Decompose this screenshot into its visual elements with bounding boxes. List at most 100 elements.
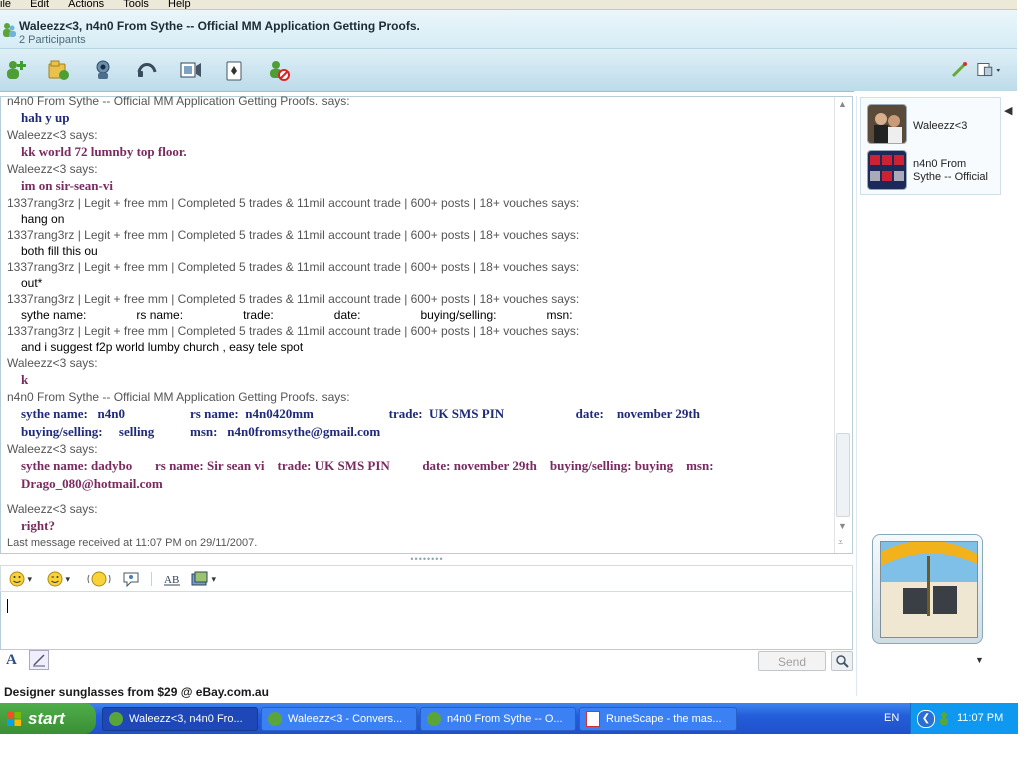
messenger-icon	[268, 712, 282, 726]
message-sender: 1337rang3rz | Legit + free mm | Complete…	[7, 260, 580, 274]
start-button[interactable]: start	[0, 703, 96, 734]
conversation-title: Waleezz<3, n4n0 From Sythe -- Official M…	[19, 19, 420, 33]
taskbar-button-label: n4n0 From Sythe -- O...	[447, 713, 563, 725]
message-sender: 1337rang3rz | Legit + free mm | Complete…	[7, 292, 580, 306]
invite-contact-icon[interactable]	[3, 57, 29, 83]
avatar	[867, 104, 907, 144]
menu-bar: ile Edit Actions Tools Help	[0, 0, 1017, 10]
menu-actions[interactable]: Actions	[68, 0, 104, 9]
message-sender: n4n0 From Sythe -- Official MM Applicati…	[7, 94, 350, 108]
avatar	[867, 150, 907, 190]
voice-call-icon[interactable]	[134, 57, 160, 83]
menu-edit[interactable]: Edit	[30, 0, 49, 9]
activities-icon[interactable]	[178, 57, 204, 83]
message-text: kk world 72 lumnby top floor.	[21, 144, 187, 159]
search-button[interactable]	[831, 651, 853, 671]
taskbar-button[interactable]: RuneScape - the mas...	[579, 707, 737, 731]
wink-icon[interactable]: ▾	[47, 570, 70, 588]
taskbar-button-label: RuneScape - the mas...	[606, 713, 722, 725]
pane-splitter[interactable]: ••••••••	[410, 555, 444, 564]
message-text: sythe name: dadybo rs name: Sir sean vi …	[21, 458, 714, 473]
brush-icon[interactable]	[946, 57, 972, 83]
text-caret	[7, 599, 8, 613]
games-icon[interactable]	[222, 57, 248, 83]
nudge-icon[interactable]	[87, 570, 111, 588]
message-gap	[7, 493, 827, 501]
block-icon[interactable]	[266, 57, 292, 83]
conversation-history[interactable]: n4n0 From Sythe -- Official MM Applicati…	[0, 93, 853, 554]
handwriting-icon[interactable]	[29, 650, 49, 670]
scroll-thumb[interactable]	[836, 433, 850, 517]
last-message-status: Last message received at 11:07 PM on 29/…	[7, 537, 258, 549]
message-text: k	[21, 372, 29, 387]
browser-page-icon	[586, 711, 600, 727]
message-text: and i suggest f2p world lumby church , e…	[21, 340, 304, 354]
taskbar-button-label: Waleezz<3, n4n0 Fro...	[129, 713, 243, 725]
message-sender: Waleezz<3 says:	[7, 442, 98, 456]
taskbar-button-label: Waleezz<3 - Convers...	[288, 713, 403, 725]
clock: 11:07 PM	[957, 712, 1004, 724]
message-sender: n4n0 From Sythe -- Official MM Applicati…	[7, 390, 350, 404]
language-indicator[interactable]: EN	[884, 712, 899, 724]
scroll-down-arrow-icon[interactable]: ▼	[838, 521, 847, 531]
font-icon[interactable]: AB	[163, 570, 181, 588]
collapse-panel-icon[interactable]: ◀	[1004, 104, 1012, 117]
participant-name: Waleezz<3	[913, 120, 968, 132]
compose-tools: A	[0, 650, 856, 674]
my-display-picture[interactable]	[872, 534, 983, 644]
message-text: out*	[21, 276, 43, 290]
message-sender: Waleezz<3 says:	[7, 502, 98, 516]
participant-count: 2 Participants	[19, 34, 86, 46]
conversation-header: Waleezz<3, n4n0 From Sythe -- Official M…	[0, 10, 1017, 49]
message-text: im on sir-sean-vi	[21, 178, 113, 193]
video-call-icon[interactable]	[90, 57, 116, 83]
search-icon	[836, 655, 849, 668]
message-text: right?	[21, 518, 55, 533]
message-text: hah y up	[21, 110, 70, 125]
taskbar-button[interactable]: n4n0 From Sythe -- O...	[420, 707, 576, 731]
chevron-down-icon[interactable]: ▼	[975, 655, 984, 665]
message-text: buying/selling: selling msn: n4n0fromsyt…	[21, 424, 381, 439]
message-input[interactable]	[0, 592, 853, 650]
main-toolbar	[0, 49, 1017, 92]
menu-icon[interactable]	[976, 57, 1002, 83]
font-style-icon[interactable]: A	[6, 652, 22, 670]
participant-list: Waleezz<3 n4n0 From Sythe -- Official	[860, 97, 1001, 195]
send-files-icon[interactable]	[46, 57, 72, 83]
background-icon[interactable]: ▾	[191, 570, 216, 588]
participant-name: n4n0 From Sythe -- Official	[913, 158, 988, 183]
message-sender: 1337rang3rz | Legit + free mm | Complete…	[7, 324, 580, 338]
voice-clip-icon[interactable]	[122, 570, 140, 588]
message-sender: Waleezz<3 says:	[7, 128, 98, 142]
menu-file[interactable]: ile	[0, 0, 11, 9]
svg-text:AB: AB	[164, 574, 179, 586]
menu-help[interactable]: Help	[168, 0, 191, 9]
panel-divider	[856, 96, 857, 696]
message-sender: 1337rang3rz | Legit + free mm | Complete…	[7, 228, 580, 242]
messenger-tray-icon[interactable]	[938, 711, 950, 725]
taskbar-button[interactable]: Waleezz<3 - Convers...	[261, 707, 417, 731]
tray-expand-icon[interactable]: ❮	[917, 710, 935, 728]
message-text: sythe name: n4n0 rs name: n4n0420mm trad…	[21, 406, 700, 421]
message-text: Drago_080@hotmail.com	[21, 476, 163, 491]
messenger-icon	[427, 712, 441, 726]
message-sender: Waleezz<3 says:	[7, 162, 98, 176]
message-text: sythe name: rs name: trade: date: buying…	[21, 308, 573, 322]
emoticon-icon[interactable]: ▾	[9, 570, 32, 588]
menu-tools[interactable]: Tools	[123, 0, 149, 9]
windows-logo-icon	[7, 711, 21, 726]
buddy-icon	[3, 23, 16, 37]
ad-banner[interactable]: Designer sunglasses from $29 @ eBay.com.…	[4, 685, 269, 699]
history-scrollbar[interactable]: ▲ ▼ ⩡	[834, 97, 852, 553]
message-list: n4n0 From Sythe -- Official MM Applicati…	[7, 93, 827, 533]
message-text: hang on	[21, 212, 65, 226]
messenger-icon	[109, 712, 123, 726]
format-divider	[151, 572, 152, 586]
start-label: start	[28, 708, 65, 728]
taskbar-button[interactable]: Waleezz<3, n4n0 Fro...	[102, 707, 258, 731]
desktop-area	[0, 734, 1024, 768]
scroll-up-arrow-icon[interactable]: ▲	[838, 99, 847, 109]
taskbar: start Waleezz<3, n4n0 Fro... Waleezz<3 -…	[0, 703, 1018, 734]
send-button[interactable]: Send	[758, 651, 826, 671]
scroll-end-icon[interactable]: ⩡	[838, 537, 843, 548]
